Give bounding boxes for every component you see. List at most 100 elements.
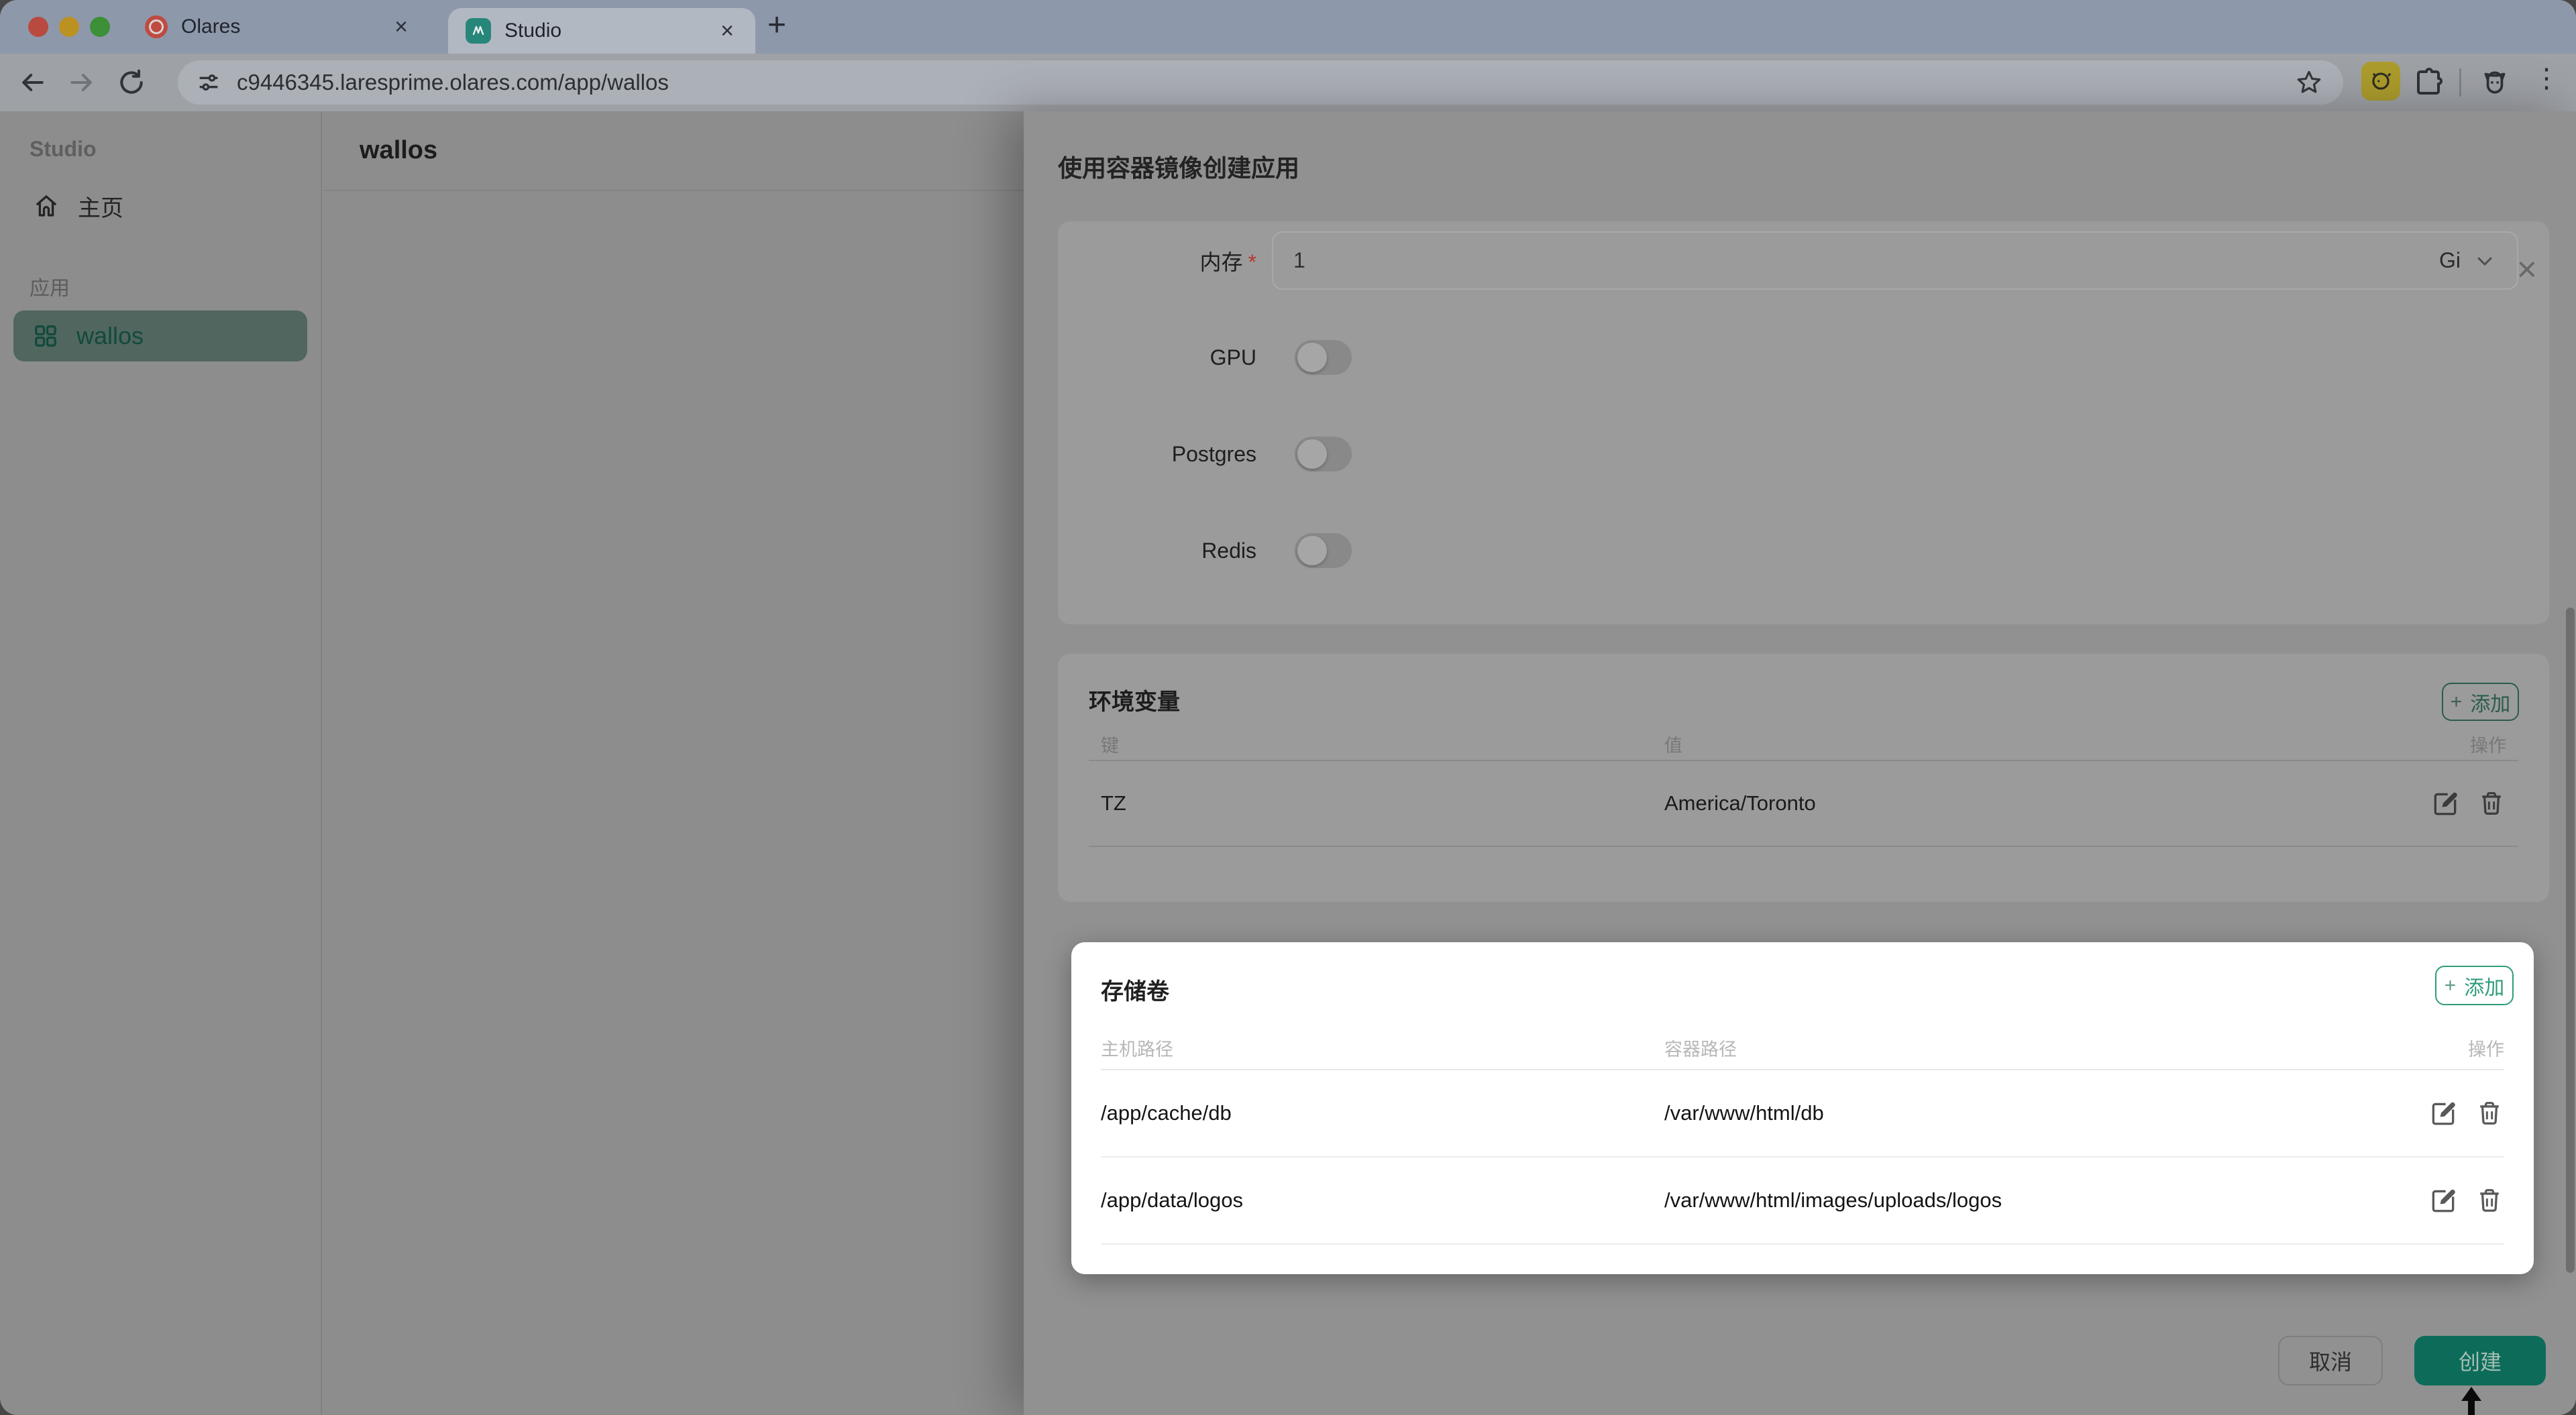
volumes-title: 存储卷 <box>1101 942 2504 1006</box>
back-icon[interactable] <box>15 65 50 100</box>
traffic-light-close[interactable] <box>28 17 48 37</box>
create-button[interactable]: 创建 <box>2414 1336 2546 1385</box>
cancel-button[interactable]: 取消 <box>2278 1336 2383 1385</box>
edit-icon[interactable] <box>2428 1186 2458 1215</box>
tab-strip: Olares × Studio × + <box>0 0 2576 54</box>
volume-row: /app/cache/db /var/www/html/db <box>1101 1070 2504 1157</box>
create-app-dialog: 使用容器镜像创建应用 × 内存* Gi <box>1024 111 2576 1415</box>
bookmark-star-icon[interactable] <box>2295 68 2323 97</box>
profile-avatar-icon[interactable] <box>2478 66 2512 99</box>
postgres-row: Postgres <box>1089 437 2518 471</box>
delete-icon[interactable] <box>2475 1186 2504 1215</box>
volumes-table-header: 主机路径 容器路径 操作 <box>1101 1026 2504 1070</box>
host-path: /app/cache/db <box>1101 1101 1664 1125</box>
delete-icon[interactable] <box>2477 789 2506 818</box>
col-value: 值 <box>1664 731 2411 757</box>
reload-icon[interactable] <box>114 65 149 100</box>
address-bar[interactable]: c9446345.laresprime.olares.com/app/wallo… <box>178 60 2343 105</box>
col-container-path: 容器路径 <box>1664 1035 2410 1061</box>
url-text[interactable]: c9446345.laresprime.olares.com/app/wallo… <box>237 70 2295 95</box>
traffic-light-zoom[interactable] <box>90 17 110 37</box>
sidebar-item-home[interactable]: 主页 <box>13 184 307 227</box>
sidebar-section-apps: 应用 <box>30 272 307 301</box>
app-grid-icon <box>32 323 59 349</box>
volumes-table: 主机路径 容器路径 操作 /app/cache/db /var/www/html… <box>1101 1026 2504 1245</box>
dialog-title: 使用容器镜像创建应用 <box>1058 149 1299 184</box>
env-add-button[interactable]: + 添加 <box>2442 683 2519 721</box>
browser-toolbar: c9446345.laresprime.olares.com/app/wallo… <box>0 54 2576 111</box>
dialog-scrollbar[interactable] <box>2566 608 2575 1273</box>
host-path: /app/data/logos <box>1101 1188 1664 1212</box>
site-settings-icon[interactable] <box>195 69 222 96</box>
container-path: /var/www/html/db <box>1664 1101 2410 1125</box>
resources-card: 内存* Gi GPU Postgres <box>1058 221 2549 624</box>
toolbar-separator <box>2459 68 2461 97</box>
memory-value-field[interactable] <box>1293 248 2439 273</box>
forward-icon[interactable] <box>64 65 99 100</box>
edit-icon[interactable] <box>2430 789 2460 818</box>
volumes-card: 存储卷 + 添加 主机路径 容器路径 操作 /app/cache/db /var… <box>1071 942 2534 1274</box>
gpu-toggle[interactable] <box>1295 340 1352 375</box>
tab-label: Studio <box>504 19 703 42</box>
chevron-down-icon[interactable] <box>2473 249 2497 273</box>
container-path: /var/www/html/images/uploads/logos <box>1664 1188 2410 1212</box>
env-vars-title: 环境变量 <box>1089 654 2518 716</box>
env-table: 键 值 操作 TZ America/Toronto <box>1089 728 2518 847</box>
gpu-row: GPU <box>1089 340 2518 375</box>
env-vars-card: 环境变量 + 添加 键 值 操作 TZ America/Toronto <box>1058 654 2549 902</box>
tab-label: Olares <box>181 15 377 38</box>
sidebar-item-label: 主页 <box>78 190 123 223</box>
memory-row: 内存* Gi <box>1089 231 2518 290</box>
studio-favicon-icon <box>466 18 491 44</box>
memory-label: 内存* <box>1089 245 1256 276</box>
memory-input[interactable]: Gi <box>1272 231 2518 290</box>
olares-favicon-icon <box>145 15 168 38</box>
gpu-label: GPU <box>1089 345 1256 370</box>
browser-window: Olares × Studio × + c9446345.laresprime.… <box>0 0 2576 1415</box>
new-tab-button[interactable]: + <box>767 9 786 42</box>
col-ops: 操作 <box>2410 1035 2504 1061</box>
env-table-header: 键 值 操作 <box>1089 728 2518 761</box>
col-ops: 操作 <box>2411 731 2506 757</box>
plus-icon: + <box>2445 974 2457 997</box>
required-asterisk: * <box>1248 250 1256 274</box>
edit-icon[interactable] <box>2428 1098 2458 1128</box>
traffic-light-minimize[interactable] <box>59 17 79 37</box>
col-host-path: 主机路径 <box>1101 1035 1664 1061</box>
extension-badge-icon[interactable] <box>2361 62 2400 101</box>
page-content: Studio 主页 应用 wallos wallos 使 <box>0 111 2576 1415</box>
redis-toggle[interactable] <box>1295 533 1352 568</box>
env-key: TZ <box>1101 791 1664 815</box>
postgres-toggle[interactable] <box>1295 437 1352 471</box>
tab-close-icon[interactable]: × <box>716 18 738 44</box>
mouse-cursor-icon <box>2457 1385 2486 1415</box>
browser-menu-icon[interactable]: ⋮ <box>2533 63 2560 94</box>
toggle-knob <box>1297 536 1327 565</box>
col-key: 键 <box>1101 731 1664 757</box>
redis-label: Redis <box>1089 539 1256 563</box>
toggle-knob <box>1297 439 1327 469</box>
env-value: America/Toronto <box>1664 791 2411 815</box>
home-icon <box>32 192 60 220</box>
memory-unit-select[interactable]: Gi <box>2439 248 2461 273</box>
sidebar-item-wallos[interactable]: wallos <box>13 310 307 361</box>
toggle-knob <box>1297 343 1327 372</box>
tab-studio[interactable]: Studio × <box>448 8 755 54</box>
tab-close-icon[interactable]: × <box>390 14 412 40</box>
plus-icon: + <box>2451 691 2463 714</box>
postgres-label: Postgres <box>1089 442 1256 467</box>
redis-row: Redis <box>1089 533 2518 568</box>
page-title: wallos <box>360 136 437 165</box>
env-table-row: TZ America/Toronto <box>1089 761 2518 847</box>
tab-olares[interactable]: Olares × <box>127 0 429 54</box>
delete-icon[interactable] <box>2475 1098 2504 1128</box>
volume-row: /app/data/logos /var/www/html/images/upl… <box>1101 1157 2504 1245</box>
sidebar-app-label: wallos <box>76 322 144 350</box>
sidebar-app-title: Studio <box>30 137 307 162</box>
dialog-close-icon[interactable]: × <box>2517 252 2537 287</box>
extensions-puzzle-icon[interactable] <box>2412 66 2445 98</box>
dialog-footer: 取消 创建 <box>2278 1336 2546 1385</box>
volume-add-button[interactable]: + 添加 <box>2435 966 2514 1005</box>
dialog-header: 使用容器镜像创建应用 <box>1024 111 2576 221</box>
sidebar: Studio 主页 应用 wallos <box>0 111 322 1415</box>
